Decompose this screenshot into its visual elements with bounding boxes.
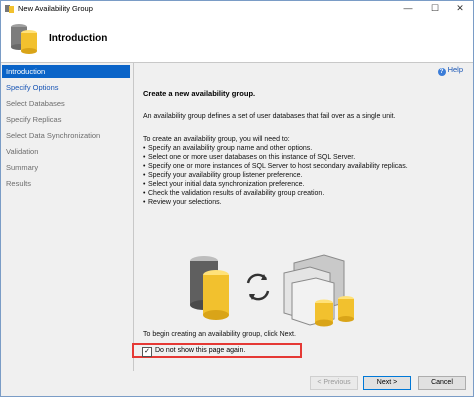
- page-title: Introduction: [49, 33, 108, 44]
- nav-item-specify-replicas: Specify Replicas: [6, 115, 62, 124]
- content-pane: ? Help Create a new availability group. A…: [132, 63, 473, 371]
- nav-item-results: Results: [6, 179, 32, 188]
- database-cylinders-icon: [11, 24, 37, 54]
- wizard-window: New Availability Group — ☐ ✕ Introductio…: [0, 0, 474, 397]
- wizard-footer: < Previous Next > Cancel: [1, 371, 473, 396]
- previous-button[interactable]: < Previous: [310, 376, 358, 390]
- checkmark-icon: ✓: [144, 348, 150, 355]
- steps-intro: To create an availability group, you wil…: [143, 136, 290, 143]
- step-item: Specify an availability group name and o…: [143, 145, 312, 152]
- wizard-nav: Introduction Specify Options Select Data…: [1, 63, 134, 371]
- help-icon: ?: [437, 68, 446, 76]
- description-text: An availability group defines a set of u…: [143, 113, 396, 120]
- step-item: Specify one or more instances of SQL Ser…: [143, 163, 408, 170]
- next-button[interactable]: Next >: [363, 376, 411, 390]
- availability-group-illustration: [190, 254, 354, 327]
- nav-item-select-data-sync: Select Data Synchronization: [6, 131, 101, 140]
- do-not-show-checkbox[interactable]: ✓: [142, 347, 152, 357]
- do-not-show-label[interactable]: Do not show this page again.: [155, 347, 245, 354]
- sync-arrows-icon: [246, 273, 270, 301]
- nav-item-summary: Summary: [6, 163, 39, 172]
- cancel-button[interactable]: Cancel: [418, 376, 466, 390]
- step-item: Select your initial data synchronization…: [143, 181, 304, 188]
- maximize-button[interactable]: ☐: [422, 1, 448, 16]
- nav-item-validation: Validation: [6, 147, 39, 156]
- nav-item-introduction[interactable]: Introduction: [2, 65, 130, 78]
- minimize-button[interactable]: —: [395, 1, 421, 16]
- help-link[interactable]: ? Help: [437, 65, 463, 76]
- help-label: Help: [447, 65, 463, 74]
- availability-group-icon: [5, 5, 14, 13]
- window-title: New Availability Group: [18, 4, 93, 13]
- secondary-servers-icon: [283, 254, 354, 327]
- step-item: Check the validation results of availabi…: [143, 190, 324, 197]
- primary-database-icon: [190, 256, 229, 320]
- section-title: Create a new availability group.: [143, 89, 256, 98]
- step-item: Select one or more user databases on thi…: [143, 154, 355, 161]
- title-bar: New Availability Group — ☐ ✕: [1, 1, 473, 16]
- step-item: Review your selections.: [143, 199, 221, 206]
- page-header: Introduction: [1, 16, 473, 63]
- nav-item-specify-options[interactable]: Specify Options: [2, 81, 130, 94]
- close-button[interactable]: ✕: [447, 1, 473, 16]
- highlighted-checkbox-row: ✓ Do not show this page again.: [132, 343, 302, 358]
- begin-instructions: To begin creating an availability group,…: [143, 331, 296, 338]
- step-item: Specify your availability group listener…: [143, 172, 302, 179]
- nav-item-select-databases: Select Databases: [6, 99, 65, 108]
